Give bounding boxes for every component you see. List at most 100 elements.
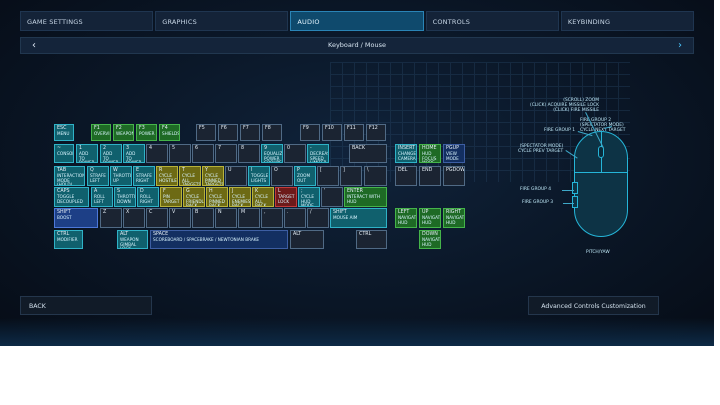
key-g-45[interactable]: GCYCLE FRIENDLIES BACK [183, 187, 205, 207]
key-f6-6[interactable]: F6 [218, 124, 238, 141]
key-up-76[interactable]: UP NAVIGATE HUD [419, 208, 441, 228]
key-enter-52[interactable]: ENTER INTERACT WITH HUD [344, 187, 387, 207]
key-f1-1[interactable]: F1OVERVIEW [91, 124, 111, 141]
key--63[interactable]: / [307, 208, 329, 228]
key--39[interactable]: \ [364, 166, 387, 186]
key-caps-40[interactable]: CAPS TOGGLE DECOUPLED [54, 187, 89, 207]
back-button[interactable]: BACK [20, 296, 152, 315]
key-action: NAVIGATE HUD [446, 215, 465, 225]
key-ctrl-69[interactable]: CTRL [356, 230, 387, 249]
key-d-43[interactable]: D ROLL RIGHT [137, 187, 159, 207]
key-p-36[interactable]: P ZOOM OUT [294, 166, 316, 186]
key-i-34[interactable]: I TOGGLE LIGHTS [248, 166, 270, 186]
key-esc-0[interactable]: ESC MENU [54, 124, 74, 141]
key-pgup-72[interactable]: PGUP VIEW MODE [443, 144, 465, 163]
key-6-19[interactable]: 6 [192, 144, 214, 163]
key-action: CYCLE FRIENDLIES BACK [186, 194, 204, 207]
key-1-14[interactable]: 1ADD TO POWER GROUP 1 [76, 144, 98, 163]
tab-graphics[interactable]: GRAPHICS [155, 11, 289, 31]
key-2-15[interactable]: 2ADD TO POWER GROUP 2 [100, 144, 122, 163]
key-r-30[interactable]: R CYCLE HOSTILES [156, 166, 178, 186]
key-down-78[interactable]: DOWN NAVIGATE HUD [419, 230, 441, 249]
key-h-46[interactable]: H CYCLE PINNED BACK [206, 187, 228, 207]
mouse-label-5: FIRE GROUP 3 [522, 200, 554, 205]
key-u-33[interactable]: U [225, 166, 247, 186]
key-alt-66[interactable]: ALT WEAPON GIMBAL LOCK [117, 230, 148, 249]
key-f7-7[interactable]: F7 [240, 124, 260, 141]
key-tab-26[interactable]: TAB INTERACTION MODE (HOLD) [54, 166, 85, 186]
key-s-42[interactable]: STHROTTLE DOWN [114, 187, 136, 207]
key-m-60[interactable]: M [238, 208, 260, 228]
key-a-41[interactable]: A ROLL LEFT [91, 187, 113, 207]
key--61[interactable]: , [261, 208, 283, 228]
key-0-23[interactable]: 0 [284, 144, 306, 163]
key-label: F8 [265, 126, 271, 131]
key-action: TOGGLE LIGHTS [251, 173, 269, 183]
key-9-22[interactable]: 9 EQUALIZE POWER GROUPS [261, 144, 283, 163]
key-n-59[interactable]: N [215, 208, 237, 228]
key-f9-9[interactable]: F9 [300, 124, 320, 141]
key-t-31[interactable]: T CYCLE ALL TARGETS [179, 166, 201, 186]
key-q-27[interactable]: Q STRAFE LEFT [87, 166, 109, 186]
key-f8-8[interactable]: F8 [262, 124, 282, 141]
key-shift-53[interactable]: SHIFT BOOST [54, 208, 98, 228]
key-j-47[interactable]: J CYCLE ENEMIES BACK [229, 187, 251, 207]
settings-tabs: GAME SETTINGS GRAPHICS AUDIO CONTROLS KE… [20, 11, 695, 31]
key-f5-5[interactable]: F5 [196, 124, 216, 141]
key-back-25[interactable]: BACK [349, 144, 387, 163]
key-7-20[interactable]: 7 [215, 144, 237, 163]
key-x-55[interactable]: X [123, 208, 145, 228]
key-l-49[interactable]: L TARGET LOCK [275, 187, 297, 207]
key-y-32[interactable]: Y CYCLE PINNED TARGETS [202, 166, 224, 186]
tab-game-settings[interactable]: GAME SETTINGS [20, 11, 154, 31]
key-c-56[interactable]: C [146, 208, 168, 228]
key--24[interactable]: -DECREASE SPEED LIMITER [307, 144, 329, 163]
chevron-right-icon[interactable]: › [673, 38, 687, 53]
key-right-79[interactable]: RIGHT NAVIGATE HUD [443, 208, 465, 228]
key-f2-2[interactable]: F2WEAPONS [113, 124, 134, 141]
key-4-17[interactable]: 4 [146, 144, 168, 163]
mouse-side-button-2 [572, 196, 578, 208]
key-f10-10[interactable]: F10 [322, 124, 342, 141]
key-home-71[interactable]: HOME HUD FOCUS MODE [419, 144, 441, 163]
key-insert-70[interactable]: INSERT CHANGE CAMERA [395, 144, 417, 163]
key-8-21[interactable]: 8 [238, 144, 260, 163]
key-action: CYCLE PINNED TARGETS [205, 173, 224, 186]
key--13[interactable]: ~CONSOLE [54, 144, 74, 163]
key-left-77[interactable]: LEFT NAVIGATE HUD [395, 208, 417, 228]
key-f11-11[interactable]: F11 [344, 124, 364, 141]
key--62[interactable]: . [284, 208, 306, 228]
tab-audio[interactable]: AUDIO [290, 11, 424, 31]
key-b-58[interactable]: B [192, 208, 214, 228]
key-f3-3[interactable]: F3 POWER [136, 124, 157, 141]
key-label: . [287, 210, 289, 215]
key-f-44[interactable]: F PIN TARGET [160, 187, 182, 207]
mouse-body-divider [575, 172, 627, 173]
key-label: END [422, 168, 433, 173]
key--38[interactable]: ] [340, 166, 362, 186]
key-3-16[interactable]: 3ADD TO POWER GROUP 3 [123, 144, 145, 163]
key-pgdown-75[interactable]: PGDOWN [443, 166, 465, 186]
tab-keybinding[interactable]: KEYBINDING [560, 11, 695, 31]
key-w-28[interactable]: WTHROTTLE UP [110, 166, 132, 186]
key--50[interactable]: ; CYCLE HUD MODE [298, 187, 320, 207]
key-v-57[interactable]: V [169, 208, 191, 228]
key-ctrl-65[interactable]: CTRL MODIFIER [54, 230, 83, 249]
key--51[interactable]: ' [321, 187, 343, 207]
key-f12-12[interactable]: F12 [366, 124, 386, 141]
advanced-controls-button[interactable]: Advanced Controls Customization [528, 296, 659, 315]
key-5-18[interactable]: 5 [169, 144, 191, 163]
key--37[interactable]: [ [317, 166, 339, 186]
key-end-74[interactable]: END [419, 166, 441, 186]
key-action: HUD FOCUS MODE [422, 151, 437, 163]
tab-controls[interactable]: CONTROLS [425, 11, 559, 31]
key-alt-68[interactable]: ALT [290, 230, 324, 249]
key-e-29[interactable]: E STRAFE RIGHT [133, 166, 155, 186]
key-o-35[interactable]: O [271, 166, 293, 186]
key-f4-4[interactable]: F4 SHIELDS [159, 124, 180, 141]
key-shift-64[interactable]: SHIFT MOUSE AIM [330, 208, 387, 228]
key-space-67[interactable]: SPACE SCOREBOARD / SPACEBRAKE / NEWTONIAN… [150, 230, 288, 249]
key-del-73[interactable]: DEL [395, 166, 417, 186]
key-k-48[interactable]: K CYCLE ALL BACK [252, 187, 274, 207]
key-z-54[interactable]: Z [100, 208, 122, 228]
